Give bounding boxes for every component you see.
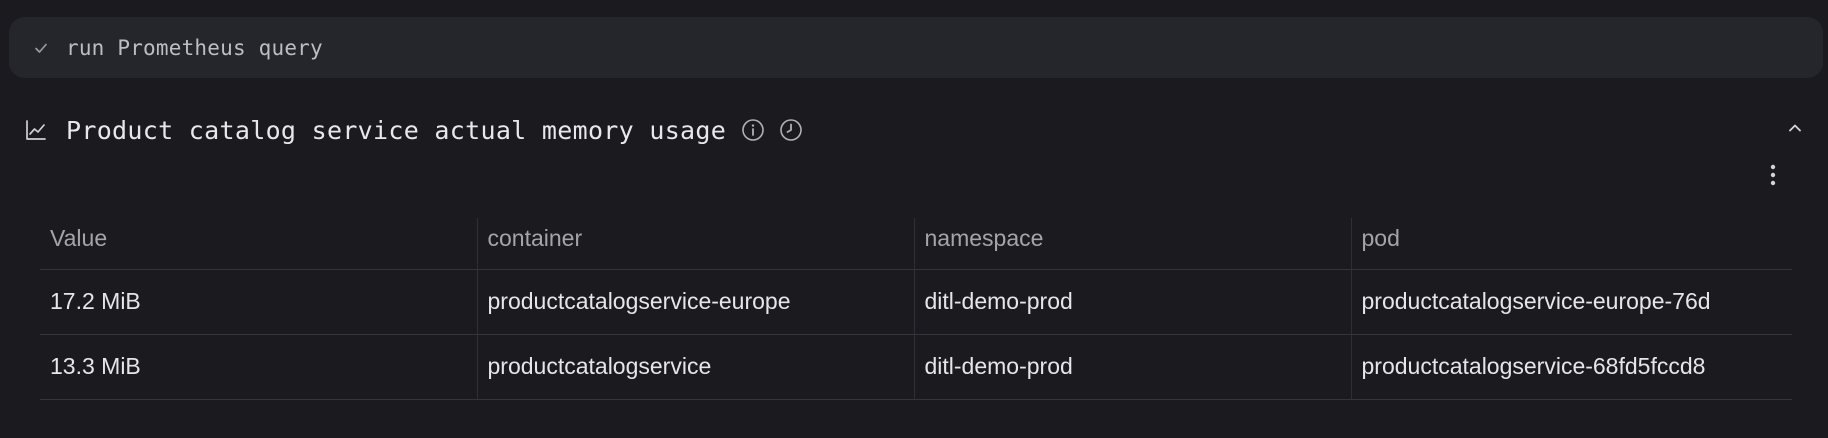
column-header[interactable]: Value xyxy=(40,218,477,270)
panel-header: Product catalog service actual memory us… xyxy=(24,110,804,150)
step-label: run Prometheus query xyxy=(66,35,323,60)
table-cell: 17.2 MiB xyxy=(40,269,477,335)
table-cell: ditl-demo-prod xyxy=(913,334,1351,400)
chevron-up-icon xyxy=(1787,120,1803,141)
column-header[interactable]: namespace xyxy=(913,218,1351,270)
collapse-button[interactable] xyxy=(1780,115,1810,145)
table-cell: 13.3 MiB xyxy=(40,334,477,400)
more-vertical-icon xyxy=(1769,163,1777,192)
panel-title: Product catalog service actual memory us… xyxy=(66,115,727,145)
table-cell: productcatalogservice-europe-76d xyxy=(1350,269,1792,335)
table-row: 13.3 MiB productcatalogservice ditl-demo… xyxy=(40,334,1792,400)
table-header-row: Value container namespace pod xyxy=(40,218,1792,270)
query-step-bar[interactable]: run Prometheus query xyxy=(9,17,1823,78)
info-icon[interactable] xyxy=(740,117,766,143)
result-table: Value container namespace pod 17.2 MiB p… xyxy=(40,218,1792,400)
more-options-button[interactable] xyxy=(1758,162,1788,192)
check-icon xyxy=(32,39,50,57)
table-cell: productcatalogservice-68fd5fccd8 xyxy=(1350,334,1792,400)
line-chart-icon xyxy=(24,117,50,143)
table-row: 17.2 MiB productcatalogservice-europe di… xyxy=(40,269,1792,335)
table-cell: productcatalogservice xyxy=(476,334,914,400)
query-result-panel: run Prometheus query Product catalog ser… xyxy=(0,0,1828,438)
column-header[interactable]: container xyxy=(476,218,914,270)
table-cell: ditl-demo-prod xyxy=(913,269,1351,335)
clock-icon[interactable] xyxy=(778,117,804,143)
column-header[interactable]: pod xyxy=(1350,218,1792,270)
table-cell: productcatalogservice-europe xyxy=(476,269,914,335)
